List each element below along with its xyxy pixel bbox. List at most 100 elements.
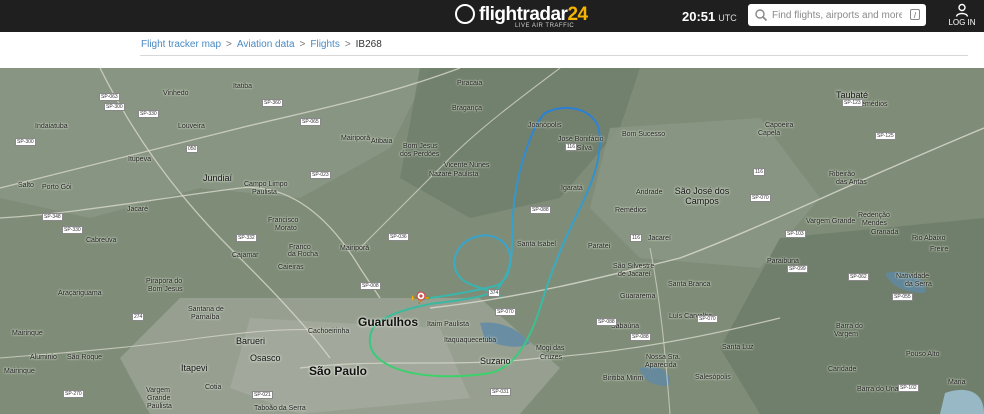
top-nav-bar: flightradar24 LIVE AIR TRAFFIC 20:51 UTC … (0, 0, 984, 32)
search-icon (755, 9, 768, 22)
map-place-label: Cotia (205, 384, 222, 391)
road-shield: 050 (186, 145, 199, 153)
road-shield: SP-123 (842, 99, 863, 107)
search-input[interactable] (770, 6, 902, 24)
city-label-barueri: Barueri (236, 336, 266, 346)
map-place-label: Nazaré Paulista (429, 171, 479, 178)
breadcrumb-divider (140, 55, 968, 56)
map-place-label: Biritiba Mirim (603, 375, 644, 382)
map-place-label: Paulista (252, 189, 277, 196)
breadcrumb-link-flight-tracker-map[interactable]: Flight tracker map (141, 39, 221, 50)
map-place-label: Mendes (862, 220, 887, 227)
search-box[interactable]: / (748, 4, 926, 26)
road-shield: 116 (630, 234, 642, 242)
utc-clock: 20:51 UTC (682, 9, 737, 24)
map-place-label: dos Perdões (400, 151, 440, 158)
breadcrumb-separator: > (344, 39, 351, 50)
map-place-label: da Rocha (288, 251, 318, 258)
map-place-label: Mairinque (12, 330, 43, 337)
map-place-label: Mairiporã (341, 135, 371, 142)
map-place-label: Santa Luz (722, 344, 754, 351)
map-place-label: de Jacareí (618, 271, 651, 278)
road-shield: SP-360 (262, 99, 283, 107)
road-shield: SP-300 (104, 103, 125, 111)
road-shield: SP-088 (596, 318, 617, 326)
login-label: LOG IN (948, 18, 976, 27)
map-place-label: Vinhedo (163, 90, 189, 97)
map-place-label: Rio Abaixo (912, 235, 946, 242)
road-shield: SP-102 (898, 384, 919, 392)
road-shield: 274 (132, 313, 145, 321)
map-place-label: Bom Jesus (403, 143, 438, 150)
city-label-osasco: Osasco (250, 353, 281, 363)
clock-timezone: UTC (718, 13, 737, 23)
map-place-label: Igaratá (561, 185, 583, 192)
map-place-label: Grande (147, 395, 171, 402)
road-shield: SP-270 (63, 390, 84, 398)
road-shield: SP-088 (630, 333, 651, 341)
city-label-jundiai: Jundiaí (203, 173, 233, 183)
city-label-sao-paulo: São Paulo (309, 364, 368, 378)
breadcrumb-link-aviation-data[interactable]: Aviation data (237, 39, 295, 50)
road-shield: 116 (565, 143, 577, 151)
road-shield: 374 (488, 289, 501, 297)
city-label-guarulhos: Guarulhos (358, 315, 419, 329)
map-place-label: Araçariguama (58, 290, 102, 297)
road-shield: SP-055 (892, 293, 913, 301)
map-place-label: Itupeva (128, 156, 151, 163)
breadcrumb-link-flights[interactable]: Flights (310, 39, 339, 50)
map-place-label: José Bonifácio (558, 136, 604, 143)
city-label-itapevi: Itapevi (181, 363, 208, 373)
map-place-label: Paratei (588, 243, 611, 250)
flightradar24-logo[interactable]: flightradar24 LIVE AIR TRAFFIC (455, 3, 588, 29)
map-place-label: Porto Gói (42, 184, 72, 191)
map-place-label: das Antas (836, 179, 867, 186)
road-shield: SP-070 (495, 308, 516, 316)
map-place-label: Freire (930, 246, 949, 253)
breadcrumb-separator: > (226, 39, 232, 50)
map-place-label: Jacaré (127, 206, 149, 213)
map-place-label: Indaiatuba (35, 123, 68, 130)
map-place-label: Piracaia (457, 80, 483, 87)
map-place-label: Caieiras (278, 264, 304, 271)
map-place-label: Itaquaquecetuba (444, 337, 497, 344)
road-shield: 116 (753, 168, 765, 176)
map-place-label: Itaim Paulista (427, 321, 470, 328)
map-place-label: Nossa Sra. (646, 354, 681, 361)
map-place-label: Louveira (178, 123, 205, 130)
flight-map[interactable]: Vinhedo Itatiba Indaiatuba Louveira Itupeva S… (0, 68, 984, 414)
road-shield: SP-062 (848, 273, 869, 281)
map-place-label: Aluminio (30, 354, 57, 361)
road-shield: SP-099 (787, 265, 808, 273)
map-place-label: Ribeirão (829, 171, 856, 178)
road-shield: SP-330 (62, 226, 83, 234)
map-place-label: Vargem Grande (806, 218, 856, 225)
map-place-label: Jacareí (648, 235, 671, 242)
radar-logo-icon (455, 4, 475, 24)
map-place-label: Andrade (636, 189, 663, 196)
map-place-label: Cachoeirinha (308, 328, 350, 335)
map-place-label: São Silvestre (613, 263, 655, 270)
map-place-label: Mogi das (536, 345, 565, 352)
airport-marker-gru[interactable] (416, 291, 426, 301)
map-place-label: Vicente Nunes (444, 162, 490, 169)
map-place-label: Capela (758, 130, 781, 137)
map-place-label: Taboão da Serra (254, 405, 306, 412)
road-shield: SP-021 (252, 391, 273, 399)
road-shield: SP-070 (697, 315, 718, 323)
login-button[interactable]: LOG IN (944, 3, 980, 31)
map-place-label: Campo Limpo (244, 181, 288, 188)
road-shield: SP-300 (15, 138, 36, 146)
map-place-label: Redenção (858, 212, 890, 219)
map-place-label: Joanópolis (528, 122, 562, 129)
map-place-label: Mairiporã (340, 245, 370, 252)
map-place-label: Salesópolis (695, 374, 731, 381)
map-place-label: Paulista (147, 403, 172, 410)
map-place-label: Bom Jesus (148, 286, 183, 293)
road-shield: SP-036 (388, 233, 409, 241)
map-place-label: Capoeira (765, 122, 794, 129)
map-place-label: Salto (18, 182, 34, 189)
map-place-label: Maria (948, 379, 966, 386)
map-place-label: Santa Isabel (517, 241, 556, 248)
road-shield: SP-065 (300, 118, 321, 126)
